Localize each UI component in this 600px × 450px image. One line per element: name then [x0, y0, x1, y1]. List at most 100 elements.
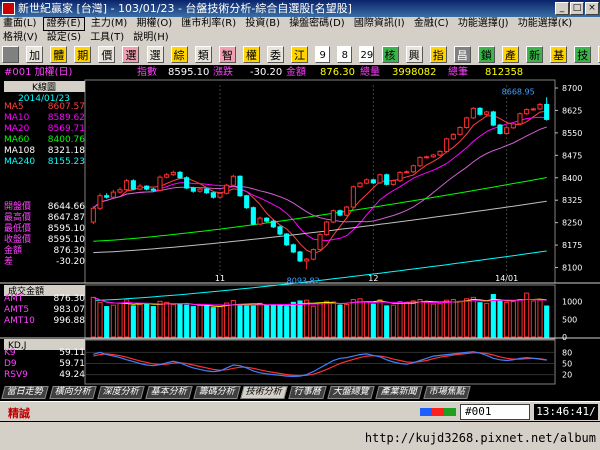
candle-body [317, 234, 323, 251]
toolbar-button[interactable]: 價 [98, 46, 116, 63]
ma-name: MA60 [4, 135, 30, 145]
volume-bar [290, 301, 296, 338]
toolbar-button[interactable]: 期 [74, 46, 92, 63]
toolbar-button[interactable]: 加 [26, 46, 44, 63]
menu-options[interactable]: 期權(O) [134, 17, 176, 31]
menu-international[interactable]: 國際資訊(I) [351, 17, 408, 31]
toolbar-button[interactable]: 基 [550, 46, 568, 63]
menu-tools[interactable]: 工具(T) [87, 31, 127, 45]
tab-chip[interactable]: 籌碼分析 [192, 386, 241, 399]
menu-fx-rates[interactable]: 匯市利率(R) [178, 17, 239, 31]
candle-body [250, 207, 256, 225]
toolbar-button[interactable]: 昌 [453, 46, 471, 63]
volume-bar [304, 299, 310, 338]
date-axis-label: 14/01 [495, 274, 518, 283]
toolbar-button[interactable]: 指 [429, 46, 447, 63]
menu-bar-secondary: 格視(V) 設定(S) 工具(T) 說明(H) [0, 31, 600, 45]
toolbar-button[interactable]: 29 [359, 46, 375, 63]
volume-bar [104, 306, 110, 338]
volume-bar [197, 304, 203, 338]
kd-name: D9 [4, 359, 17, 369]
candle-body [90, 207, 96, 223]
menu-function-k[interactable]: 功能選擇(K) [515, 17, 575, 31]
toolbar-button[interactable]: 智 [218, 46, 236, 63]
price-row: 最高價 8647.87 [4, 213, 85, 224]
menu-trading-code[interactable]: 操盤密碼(D) [286, 17, 348, 31]
menu-securities[interactable]: 證券(E) [42, 17, 85, 31]
tab-intraday[interactable]: 當日走勢 [1, 386, 49, 399]
analysis-tabs: 當日走勢 橫向分析 深度分析 基本分析 籌碼分析 技術分析 行事曆 大盤總覽 產… [0, 386, 600, 400]
toolbar-button[interactable]: 選 [146, 46, 164, 63]
volume-bar [237, 303, 243, 338]
volume-bar [110, 304, 116, 338]
toolbar-button[interactable] [2, 46, 19, 63]
tab-depth[interactable]: 深度分析 [97, 386, 145, 399]
maximize-button[interactable]: □ [570, 2, 584, 15]
toolbar-button[interactable]: 9 [315, 46, 331, 63]
candle-body [164, 174, 170, 178]
menu-settings[interactable]: 設定(S) [44, 31, 84, 45]
volume-bar [470, 296, 476, 338]
toolbar-button[interactable]: 類 [194, 46, 212, 63]
toolbar: 加 體 期 價 選 選 綜 類 智 權 委 江 9 8 29 核 興 指 昌 鎖… [0, 45, 600, 65]
menu-investment[interactable]: 投資(B) [242, 17, 283, 31]
title-bar[interactable]: 新世紀贏家 [台灣] - 103/01/23 - 台盤技術分析-綜合自選股[名望… [0, 0, 600, 17]
volume-name: AMT5 [4, 305, 30, 315]
tab-technical[interactable]: 技術分析 [240, 386, 289, 399]
menu-main-force[interactable]: 主力(M) [88, 17, 130, 31]
volume-bar [310, 305, 316, 338]
toolbar-button[interactable]: 產 [501, 46, 519, 63]
minimize-button[interactable]: _ [555, 2, 569, 15]
stock-code-input[interactable]: #001 [460, 404, 530, 420]
tab-calendar[interactable]: 行事曆 [288, 386, 328, 399]
kd-name: RSV9 [4, 370, 28, 380]
toolbar-button[interactable]: 8 [337, 46, 353, 63]
candle-body [357, 182, 363, 188]
toolbar-button[interactable]: 鎖 [477, 46, 495, 63]
stock-code[interactable]: #001 加權(日) [4, 66, 72, 79]
toolbar-button[interactable]: 權 [242, 46, 260, 63]
volume-bar [257, 302, 263, 338]
toolbar-button[interactable]: 江 [291, 46, 309, 63]
toolbar-button[interactable]: 興 [405, 46, 423, 63]
toolbar-button[interactable]: 體 [50, 46, 68, 63]
close-button[interactable]: × [585, 2, 599, 15]
kd-value: 59.71 [59, 359, 85, 369]
candle-body [517, 113, 523, 125]
candle-body [310, 249, 316, 260]
price-name: 差 [4, 257, 14, 267]
tab-market-focus[interactable]: 市場焦點 [423, 386, 471, 399]
menu-help[interactable]: 說明(H) [130, 31, 171, 45]
toolbar-button[interactable]: 委 [267, 46, 285, 63]
volume-value: 996.88 [53, 316, 86, 326]
menu-view[interactable]: 格視(V) [0, 31, 41, 45]
menu-screen[interactable]: 畫面(L) [0, 17, 39, 31]
candle-body [144, 185, 150, 190]
toolbar-button[interactable]: 新 [526, 46, 544, 63]
toolbar-button[interactable]: 核 [381, 46, 399, 63]
ma-value: 8155.23 [47, 157, 85, 167]
candle-body [437, 150, 443, 156]
menu-function-j[interactable]: 功能選擇(J) [455, 17, 512, 31]
toolbar-button[interactable]: 選 [122, 46, 140, 63]
candle-body [217, 192, 223, 198]
candle-body [264, 217, 270, 222]
volume-bar [397, 301, 403, 338]
kd-axis-label: 80 [562, 348, 572, 357]
toolbar-button[interactable]: 綜 [170, 46, 188, 63]
tab-fundamental[interactable]: 基本分析 [144, 386, 193, 399]
index-value: 8595.10 [168, 67, 210, 78]
toolbar-button[interactable]: 技 [574, 46, 592, 63]
price-row: 差 -30.20 [4, 257, 85, 268]
candle-body [490, 111, 496, 126]
tab-market-overview[interactable]: 大盤總覽 [327, 386, 375, 399]
volume-value: 876.30 [53, 294, 86, 304]
candle-body [470, 107, 476, 119]
tab-industry-news[interactable]: 產業新聞 [375, 386, 423, 399]
technical-chart[interactable]: K線圖 2014/01/23 8700862585508475840083258… [0, 79, 600, 385]
volume-bar [377, 299, 383, 338]
menu-finance[interactable]: 金融(C) [411, 17, 452, 31]
tab-horizontal[interactable]: 橫向分析 [49, 386, 97, 399]
app-icon[interactable] [2, 2, 15, 15]
candle-body [237, 175, 243, 197]
